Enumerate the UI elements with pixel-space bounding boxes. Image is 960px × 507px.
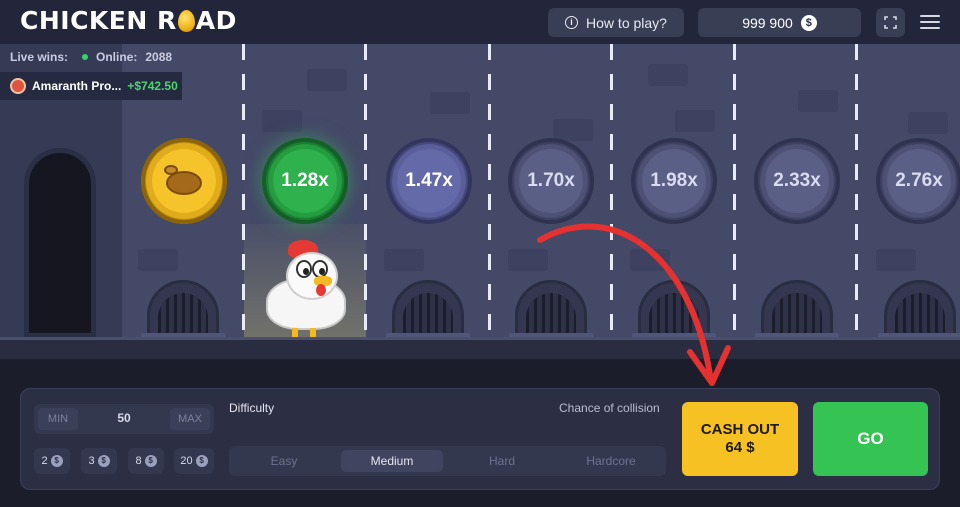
cash-out-label: CASH OUT [700, 421, 780, 438]
sewer-grate [392, 280, 464, 338]
cash-out-button[interactable]: CASH OUT 64 $ [682, 402, 798, 476]
game-logo: CHICKEN R AD [20, 6, 237, 35]
quick-bet-button[interactable]: 20 $ [174, 448, 214, 474]
lane-divider [488, 44, 491, 339]
menu-icon-bar [920, 21, 940, 23]
multiplier-coin[interactable]: 1.70x [508, 138, 594, 224]
live-wins-bar: Live wins: Online: 2088 [0, 44, 180, 70]
wall-brick [307, 69, 347, 91]
roast-chicken-icon [162, 163, 206, 199]
multiplier-coin[interactable]: 2.76x [876, 138, 960, 224]
bet-max-button[interactable]: MAX [170, 408, 210, 430]
road-curb [0, 337, 960, 359]
sewer-grate [638, 280, 710, 338]
sewer-grate [147, 280, 219, 338]
sewer-grate [761, 280, 833, 338]
cash-out-amount: 64 $ [725, 439, 755, 456]
dollar-icon: $ [800, 14, 817, 31]
multiplier-coin-current[interactable]: 1.28x [262, 138, 348, 224]
lane-divider [242, 44, 245, 339]
online-label: Online: [96, 50, 138, 64]
wall-brick [876, 249, 916, 271]
sewer-grate [884, 280, 956, 338]
menu-button[interactable] [920, 12, 940, 30]
lane-divider [855, 44, 858, 339]
balance-display: 999 900 $ [698, 8, 861, 37]
wall-brick [798, 90, 838, 112]
online-status-icon [82, 54, 89, 60]
difficulty-tab-hard[interactable]: Hard [451, 450, 553, 472]
avatar [10, 78, 26, 94]
quick-bet-button[interactable]: 3 $ [81, 448, 117, 474]
go-label: GO [857, 429, 884, 448]
chance-of-collision-label: Chance of collision [559, 401, 660, 415]
multiplier-value: 2.76x [895, 170, 943, 191]
live-wins-label: Live wins: [10, 50, 69, 64]
start-door [24, 148, 96, 338]
quick-bet-value: 8 [135, 455, 142, 467]
dollar-icon: $ [50, 455, 63, 467]
multiplier-coin[interactable]: 1.47x [386, 138, 472, 224]
fullscreen-button[interactable] [876, 8, 905, 37]
win-player-name: Amaranth Pro... [32, 79, 122, 93]
quick-bet-button[interactable]: 2 $ [34, 448, 70, 474]
multiplier-value: 1.98x [650, 170, 698, 191]
multiplier-value: 1.47x [405, 170, 453, 191]
difficulty-tab-easy[interactable]: Easy [233, 450, 335, 472]
info-icon: i [565, 16, 579, 29]
bet-min-button[interactable]: MIN [38, 408, 78, 430]
go-button[interactable]: GO [813, 402, 928, 476]
wall-brick [430, 92, 470, 114]
top-bar: CHICKEN R AD i How to play? 999 900 $ [0, 0, 960, 44]
win-amount: +$742.50 [127, 79, 178, 93]
difficulty-tab-hardcore[interactable]: Hardcore [560, 450, 662, 472]
multiplier-coin[interactable]: 2.33x [754, 138, 840, 224]
wall-brick [675, 110, 715, 132]
quick-bet-button[interactable]: 8 $ [128, 448, 164, 474]
lane-divider [610, 44, 613, 339]
multiplier-value: 1.28x [281, 170, 329, 191]
egg-icon [177, 10, 195, 32]
chicken-character [262, 240, 352, 340]
multiplier-value: 1.70x [527, 170, 575, 191]
dollar-icon: $ [144, 455, 157, 467]
wall-brick [262, 110, 302, 132]
bet-amount-stepper[interactable]: MIN 50 MAX [34, 404, 214, 434]
wall-brick [384, 249, 424, 271]
menu-icon-bar [920, 15, 940, 17]
wall-brick [508, 249, 548, 271]
wall-brick [630, 249, 670, 271]
balance-value: 999 900 [742, 14, 793, 31]
wall-brick [908, 112, 948, 134]
quick-bet-value: 2 [41, 455, 48, 467]
difficulty-label: Difficulty [229, 401, 275, 415]
menu-icon-bar [920, 27, 940, 29]
bet-amount-input[interactable]: 50 [94, 411, 154, 425]
multiplier-coin[interactable]: 1.98x [631, 138, 717, 224]
sewer-grate [515, 280, 587, 338]
multiplier-value: 2.33x [773, 170, 821, 191]
wall-brick [553, 119, 593, 141]
lane-divider [364, 44, 367, 339]
difficulty-tab-medium[interactable]: Medium [341, 450, 443, 472]
wall-brick [648, 64, 688, 86]
difficulty-selector: Easy Medium Hard Hardcore [229, 446, 666, 476]
quick-bet-value: 3 [88, 455, 95, 467]
dollar-icon: $ [195, 455, 208, 467]
how-to-play-button[interactable]: i How to play? [548, 8, 684, 37]
wall-brick [138, 249, 178, 271]
lane-divider [733, 44, 736, 339]
quick-bet-value: 20 [180, 455, 193, 467]
dollar-icon: $ [97, 455, 110, 467]
online-count: 2088 [145, 50, 173, 64]
live-win-item: Amaranth Pro... +$742.50 [0, 72, 182, 100]
roast-chicken-coin [141, 138, 227, 224]
how-to-play-label: How to play? [586, 14, 667, 31]
fullscreen-icon [884, 16, 897, 29]
